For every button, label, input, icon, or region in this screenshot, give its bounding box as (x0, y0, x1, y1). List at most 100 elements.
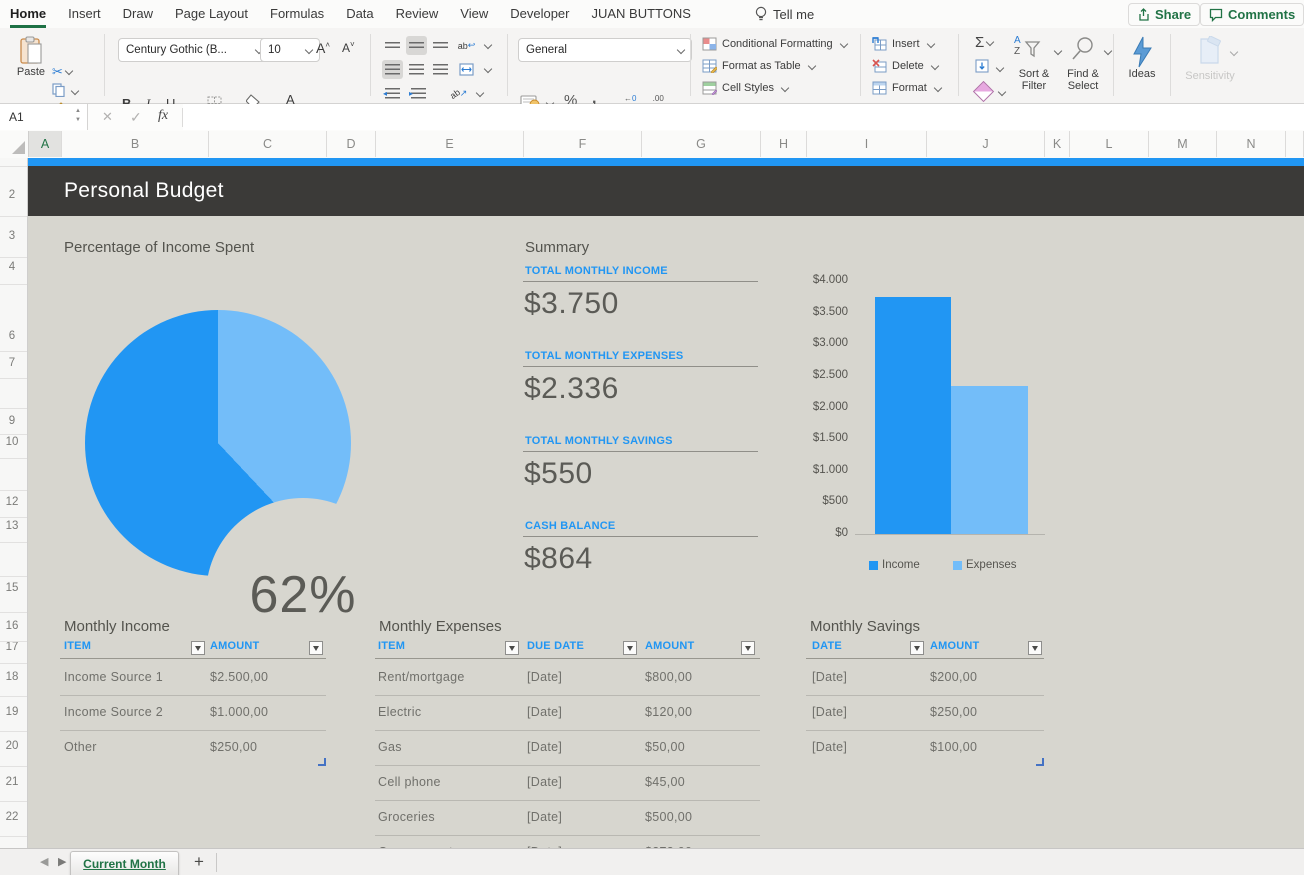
filter-dropdown-button[interactable] (910, 641, 924, 655)
table-cell[interactable]: [Date] (527, 765, 562, 800)
menu-item-formulas[interactable]: Formulas (270, 0, 324, 28)
table-cell[interactable]: [Date] (812, 660, 847, 695)
row-header-20[interactable]: 20 (0, 740, 24, 752)
filter-dropdown-button[interactable] (1028, 641, 1042, 655)
table-cell[interactable]: $100,00 (930, 730, 977, 765)
filter-dropdown-button[interactable] (191, 641, 205, 655)
row-header-gutter[interactable]: 2346791012131516171819202122 (0, 158, 28, 848)
filter-dropdown-button[interactable] (505, 641, 519, 655)
column-header-M[interactable]: M (1149, 131, 1217, 157)
menu-item-data[interactable]: Data (346, 0, 373, 28)
table-cell[interactable]: $200,00 (930, 660, 977, 695)
table-cell[interactable]: Gas (378, 730, 402, 765)
sheet-tab-current-month[interactable]: Current Month (70, 851, 179, 875)
sheet-area[interactable]: Personal Budget Percentage of Income Spe… (0, 158, 1304, 848)
clear-chevron[interactable] (998, 88, 1006, 96)
banner[interactable]: Personal Budget (28, 166, 1304, 216)
orientation-chevron[interactable] (476, 89, 484, 97)
column-header-J[interactable]: J (927, 131, 1045, 157)
summary-value[interactable]: $2.336 (524, 372, 619, 406)
formula-input[interactable] (183, 104, 1304, 130)
table-cell[interactable]: [Date] (812, 730, 847, 765)
insert-cells-button[interactable]: Insert (872, 37, 934, 51)
fill-down-chevron[interactable] (996, 64, 1004, 72)
table-resize-handle[interactable] (1036, 758, 1044, 766)
cancel-icon[interactable]: ✕ (102, 109, 113, 125)
table-cell[interactable]: Cell phone (378, 765, 441, 800)
row-header-15[interactable]: 15 (0, 582, 24, 594)
add-sheet-button[interactable]: + (189, 851, 209, 873)
row-header-17[interactable]: 17 (0, 641, 24, 653)
table-cell[interactable]: $800,00 (645, 660, 692, 695)
next-sheet-icon[interactable]: ▶ (58, 855, 66, 868)
table-cell[interactable]: Car payment (378, 835, 453, 848)
row-header-4[interactable]: 4 (0, 261, 24, 273)
menu-item-review[interactable]: Review (396, 0, 439, 28)
bar-income[interactable] (875, 297, 951, 534)
table-cell[interactable]: Income Source 1 (64, 660, 163, 695)
column-header-A[interactable]: A (29, 131, 62, 157)
comments-button[interactable]: Comments (1200, 3, 1304, 26)
filter-dropdown-button[interactable] (309, 641, 323, 655)
filter-dropdown-button[interactable] (623, 641, 637, 655)
summary-value[interactable]: $864 (524, 542, 593, 576)
column-header-B[interactable]: B (62, 131, 209, 157)
table-resize-handle[interactable] (318, 758, 326, 766)
name-box[interactable]: A1 ▲▼ (0, 104, 88, 130)
row-header-3[interactable]: 3 (0, 230, 24, 242)
table-row[interactable]: [Date] $250,00 (806, 695, 1044, 731)
copy-chevron[interactable] (71, 87, 79, 95)
table-cell[interactable]: $250,00 (930, 695, 977, 730)
row-header-21[interactable]: 21 (0, 776, 24, 788)
table-row[interactable]: Cell phone [Date] $45,00 (375, 765, 760, 801)
align-middle-button[interactable] (406, 36, 427, 55)
increase-indent-button[interactable]: ▸ (408, 84, 429, 103)
row-header-9[interactable]: 9 (0, 415, 24, 427)
row-header-7[interactable]: 7 (0, 357, 24, 369)
sort-filter-button[interactable]: A Z Sort &Filter (1008, 36, 1060, 92)
table-cell[interactable]: Rent/mortgage (378, 660, 465, 695)
table-cell[interactable]: $50,00 (645, 730, 685, 765)
clear-icon[interactable] (973, 81, 994, 102)
column-header-C[interactable]: C (209, 131, 327, 157)
table-cell[interactable]: $500,00 (645, 800, 692, 835)
table-cell[interactable]: $273,00 (645, 835, 692, 848)
row-header-13[interactable]: 13 (0, 520, 24, 532)
table-cell[interactable]: $1.000,00 (210, 695, 268, 730)
column-header-G[interactable]: G (642, 131, 761, 157)
table-row[interactable]: Rent/mortgage [Date] $800,00 (375, 660, 760, 696)
merge-chevron[interactable] (484, 65, 492, 73)
autosum-icon[interactable]: Σ (975, 34, 993, 51)
menu-item-draw[interactable]: Draw (123, 0, 153, 28)
row-header-22[interactable]: 22 (0, 811, 24, 823)
row-header-16[interactable]: 16 (0, 620, 24, 632)
select-all-button[interactable] (0, 131, 29, 157)
table-cell[interactable]: $45,00 (645, 765, 685, 800)
row-header-10[interactable]: 10 (0, 436, 24, 448)
number-format-select[interactable]: General (518, 38, 692, 62)
table-cell[interactable]: [Date] (527, 730, 562, 765)
menu-item-view[interactable]: View (460, 0, 488, 28)
table-cell[interactable]: $2.500,00 (210, 660, 268, 695)
table-cell[interactable]: Income Source 2 (64, 695, 163, 730)
cell-styles-button[interactable]: Cell Styles (702, 81, 788, 95)
table-row[interactable]: [Date] $200,00 (806, 660, 1044, 696)
menu-item-insert[interactable]: Insert (68, 0, 101, 28)
cut-icon[interactable]: ✂ (52, 64, 72, 80)
table-cell[interactable]: [Date] (812, 695, 847, 730)
increase-font-icon[interactable]: A˄ (316, 40, 330, 56)
table-row[interactable]: Groceries[Date]$500,00 (375, 800, 760, 836)
font-size-select[interactable]: 10 (260, 38, 320, 62)
column-header-K[interactable]: K (1045, 131, 1070, 157)
donut-chart[interactable]: 62% (85, 310, 351, 576)
column-header-H[interactable]: H (761, 131, 807, 157)
merge-center-button[interactable] (456, 60, 477, 79)
copy-icon[interactable] (52, 83, 65, 97)
summary-value[interactable]: $550 (524, 457, 593, 491)
conditional-formatting-button[interactable]: Conditional Formatting (702, 37, 847, 51)
filter-dropdown-button[interactable] (741, 641, 755, 655)
row-header-12[interactable]: 12 (0, 496, 24, 508)
summary-value[interactable]: $3.750 (524, 287, 619, 321)
table-cell[interactable]: [Date] (527, 660, 562, 695)
prev-sheet-icon[interactable]: ◀ (40, 855, 48, 868)
